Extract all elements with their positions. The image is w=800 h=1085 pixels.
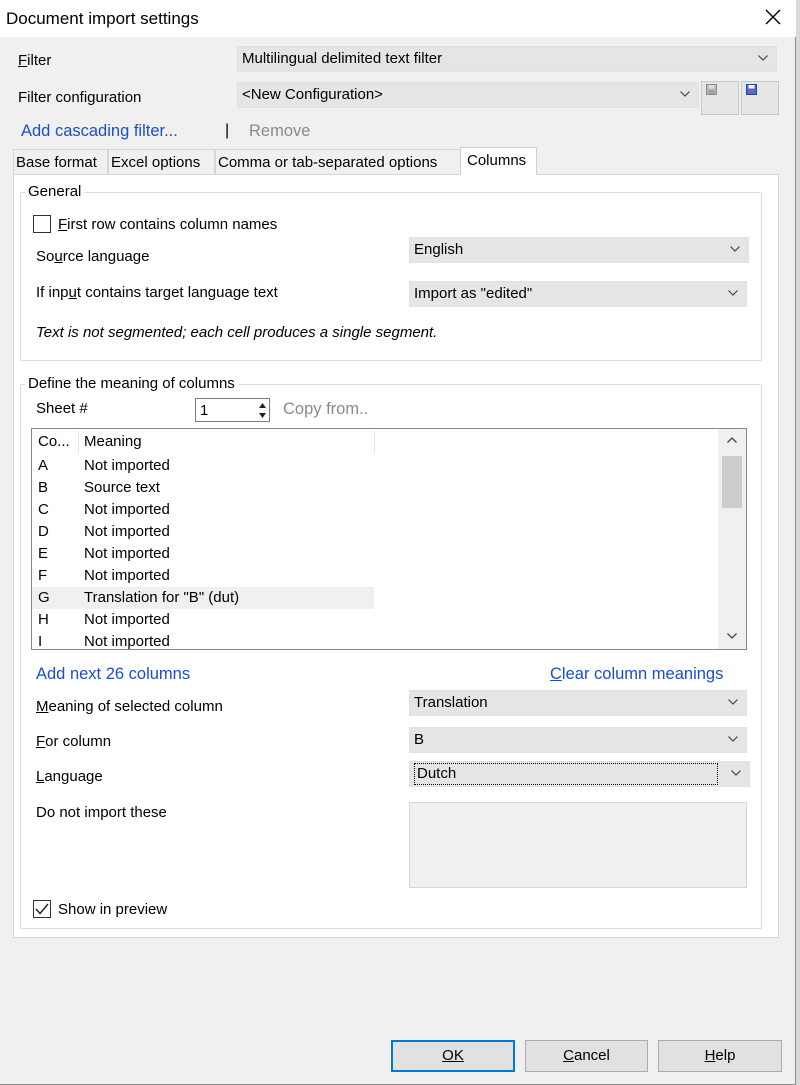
meaning-selected-label: Meaning of selected column <box>36 698 223 715</box>
first-row-label: First row contains column names <box>58 216 278 233</box>
language-value: Dutch <box>414 763 718 785</box>
target-text-value: Import as "edited" <box>414 285 533 302</box>
chevron-down-icon <box>728 736 738 742</box>
target-text-select[interactable]: Import as "edited" <box>409 281 747 307</box>
meaning-value: Translation <box>414 694 488 711</box>
background-edge <box>796 0 800 1085</box>
list-item[interactable]: H Not imported <box>32 609 718 631</box>
filter-select[interactable]: Multilingual delimited text filter <box>237 46 777 72</box>
source-language-label: Source language <box>36 248 150 265</box>
save-icon <box>706 84 717 95</box>
cancel-button[interactable]: Cancel <box>525 1040 648 1072</box>
list-item[interactable]: I Not imported <box>32 631 718 649</box>
save-config-button[interactable] <box>701 81 739 115</box>
copy-from-link: Copy from.. <box>283 400 369 418</box>
list-item[interactable]: E Not imported <box>32 543 718 565</box>
chevron-down-icon <box>758 55 768 61</box>
new-config-button[interactable] <box>741 81 779 115</box>
meaning-select[interactable]: Translation <box>409 690 747 716</box>
chevron-down-icon <box>728 699 738 705</box>
list-item[interactable]: D Not imported <box>32 521 718 543</box>
add-cascading-filter-link[interactable]: Add cascading filter... <box>21 122 178 141</box>
window-title: Document import settings <box>6 9 199 28</box>
for-column-label: For column <box>36 733 112 750</box>
target-text-label: If input contains target language text <box>36 284 278 301</box>
filter-config-label: Filter configuration <box>18 89 142 106</box>
link-separator: | <box>225 122 230 139</box>
sheet-label: Sheet # <box>36 400 88 417</box>
first-row-checkbox[interactable] <box>33 215 51 233</box>
close-button[interactable] <box>750 0 796 34</box>
triangle-up-icon <box>258 402 266 408</box>
column-header-meaning[interactable]: Meaning <box>84 429 142 455</box>
language-select[interactable]: Dutch <box>409 761 750 787</box>
close-icon <box>765 9 781 25</box>
column-meaning-list[interactable]: Co... Meaning A Not imported B Source text… <box>31 428 747 650</box>
source-language-value: English <box>414 241 464 258</box>
sheet-spinner[interactable]: 1 <box>195 398 270 422</box>
sheet-value: 1 <box>200 402 209 419</box>
tab-excel-options[interactable]: Excel options <box>108 149 215 174</box>
chevron-up-icon[interactable] <box>727 437 737 443</box>
filter-config-value: <New Configuration> <box>242 86 383 103</box>
list-item[interactable]: B Source text <box>32 477 718 499</box>
show-in-preview-checkbox[interactable] <box>33 900 51 918</box>
ok-button[interactable]: OK <box>391 1040 515 1072</box>
do-not-import-field[interactable] <box>409 802 747 888</box>
chevron-down-icon <box>728 290 738 296</box>
columns-group-label: Define the meaning of columns <box>25 375 238 392</box>
spin-up-button[interactable] <box>256 400 268 410</box>
scrollbar-thumb[interactable] <box>722 456 742 508</box>
list-item-selected[interactable]: G Translation for "B" (dut) <box>32 587 718 609</box>
for-column-value: B <box>414 731 425 748</box>
checkmark-icon <box>35 903 49 915</box>
chevron-down-icon <box>680 91 690 97</box>
new-config-icon <box>746 84 757 95</box>
remove-link: Remove <box>249 122 311 140</box>
filter-value: Multilingual delimited text filter <box>242 50 443 67</box>
for-column-select[interactable]: B <box>409 727 747 753</box>
do-not-import-label: Do not import these <box>36 804 167 821</box>
source-language-select[interactable]: English <box>409 237 749 263</box>
tab-base-format[interactable]: Base format <box>13 149 108 174</box>
triangle-down-icon <box>258 412 266 418</box>
filter-label: Filter <box>18 52 52 69</box>
list-item[interactable]: A Not imported <box>32 455 718 477</box>
tab-columns[interactable]: Columns <box>460 147 537 175</box>
list-item[interactable]: C Not imported <box>32 499 718 521</box>
header-divider <box>374 431 375 453</box>
chevron-down-icon <box>731 770 741 776</box>
chevron-down-icon <box>730 246 740 252</box>
list-item[interactable]: F Not imported <box>32 565 718 587</box>
add-next-columns-link[interactable]: Add next 26 columns <box>36 665 190 684</box>
language-label: Language <box>36 768 103 785</box>
show-in-preview-label: Show in preview <box>58 901 168 918</box>
chevron-down-icon[interactable] <box>727 633 737 639</box>
dialog-window: Document import settings Filter Multilin… <box>0 0 796 1085</box>
vertical-scrollbar[interactable] <box>718 429 746 649</box>
header-divider <box>78 431 79 453</box>
title-bar: Document import settings <box>0 0 796 37</box>
general-group-label: General <box>25 183 85 200</box>
tab-comma-tab-options[interactable]: Comma or tab-separated options <box>215 149 461 174</box>
filter-config-select[interactable]: <New Configuration> <box>237 82 699 108</box>
column-header-col[interactable]: Co... <box>38 429 70 455</box>
segmentation-note: Text is not segmented; each cell produce… <box>36 324 438 341</box>
clear-column-meanings-link[interactable]: Clear column meanings <box>550 665 723 684</box>
help-button[interactable]: Help <box>658 1040 782 1072</box>
spin-down-button[interactable] <box>256 410 268 420</box>
